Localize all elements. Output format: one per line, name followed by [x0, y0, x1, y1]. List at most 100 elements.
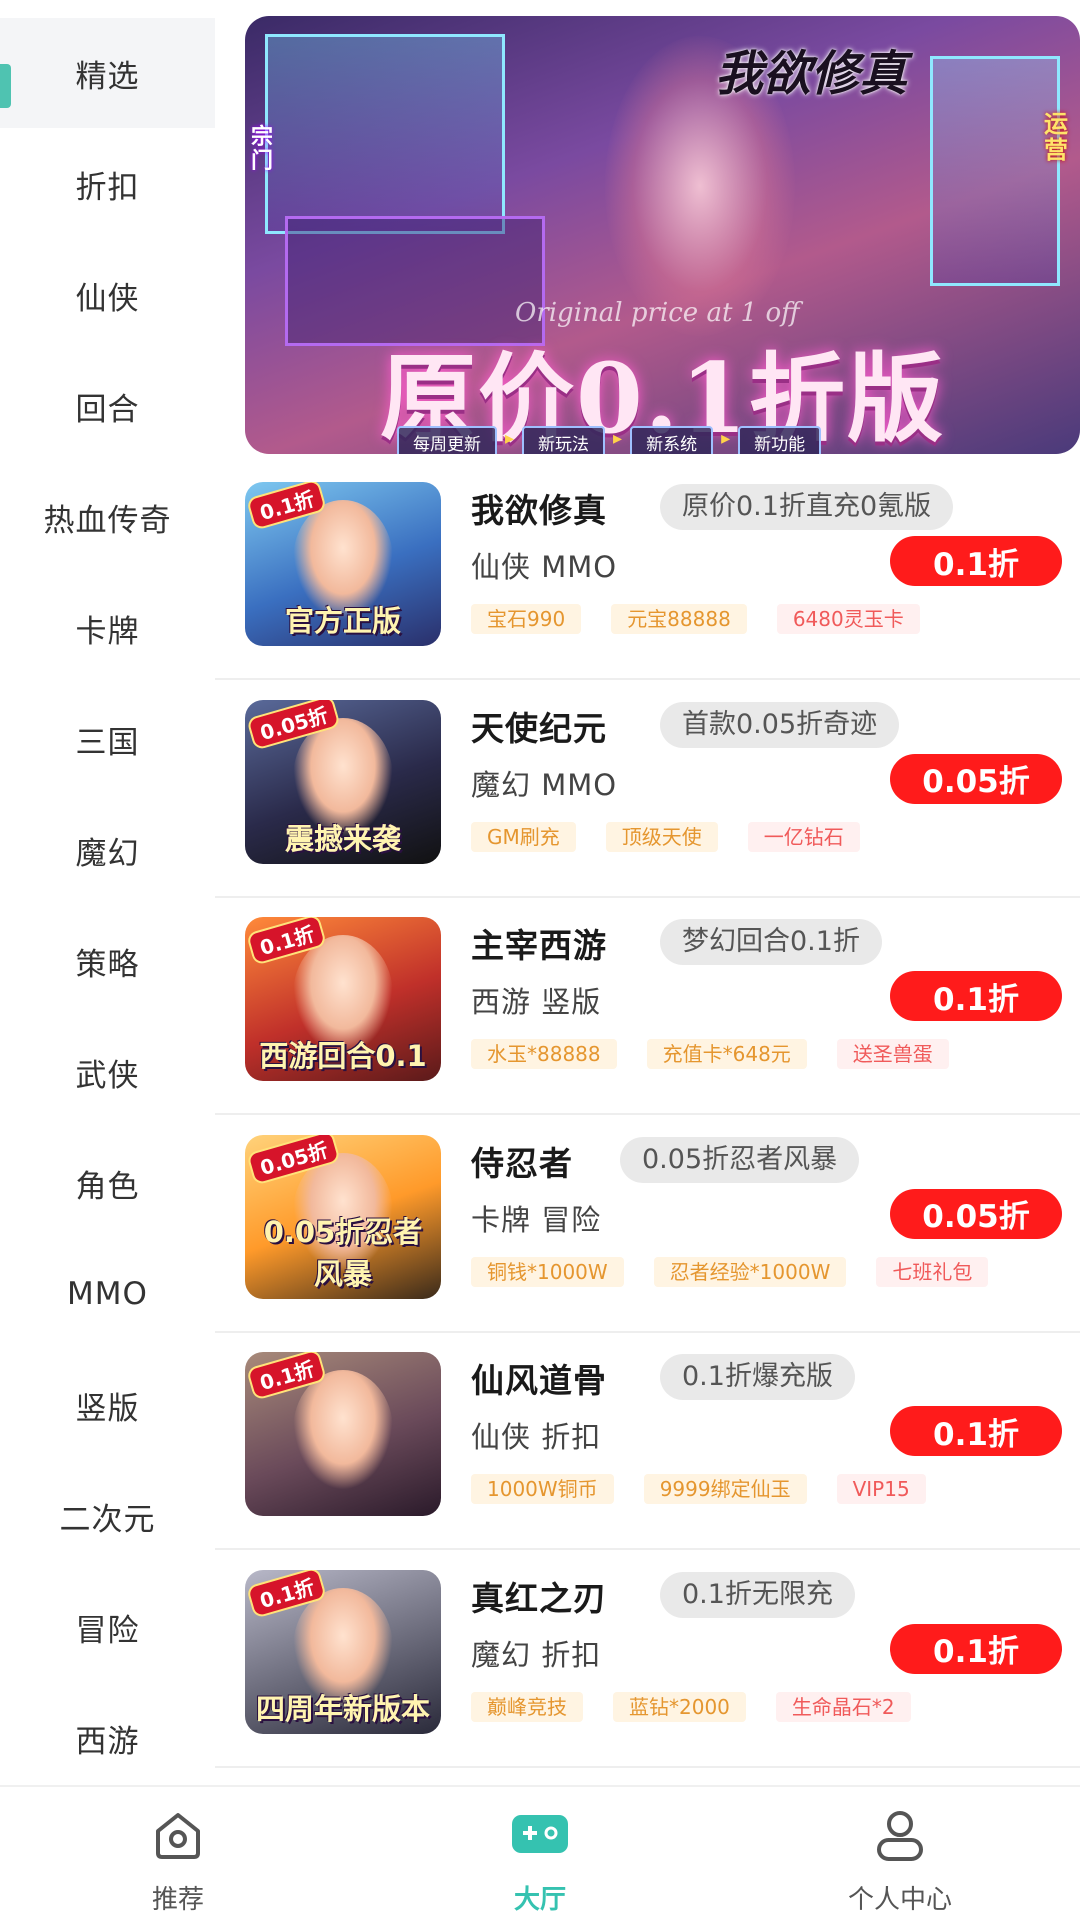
nav-tab-profile[interactable]: 个人中心: [800, 1787, 1000, 1920]
banner-game-name: 我欲修真: [715, 46, 908, 102]
sidebar-category-item[interactable]: 魔幻: [0, 795, 215, 905]
sidebar-category-item[interactable]: MMO: [0, 1239, 215, 1349]
discount-badge[interactable]: 0.05折: [890, 753, 1062, 804]
perk-tags: 1000W铜币 9999绑定仙玉 VIP15: [471, 1474, 926, 1504]
banner-art-panel: [930, 56, 1060, 286]
game-character-art: [293, 1370, 393, 1490]
discount-badge[interactable]: 0.1折: [890, 536, 1062, 586]
perk-tag: 送圣兽蛋: [836, 1039, 949, 1069]
game-row[interactable]: 0.1折 仙风道骨 0.1折爆充版 仙侠 折扣 0.1折 1000W铜币 9999绑定仙玉 V…: [215, 1332, 1080, 1550]
promo-badge: 梦幻回合0.1折: [660, 919, 882, 965]
perk-tag: 元宝88888: [611, 604, 747, 634]
perk-tags: 水玉*88888 充值卡*648元 送圣兽蛋: [471, 1039, 949, 1069]
banner-art-panel: [265, 34, 505, 234]
sidebar-category-item[interactable]: 折扣: [0, 129, 215, 239]
sidebar-category-item[interactable]: 三国: [0, 684, 215, 794]
banner-chip: 每周更新: [397, 426, 497, 454]
icon-caption: 四周年新版本: [255, 1691, 430, 1726]
game-genre: 西游 竖版: [471, 985, 602, 1019]
game-icon[interactable]: 0.05折 0.05折忍者风暴: [245, 1134, 441, 1299]
banner-side-text: 运营: [1044, 110, 1068, 164]
arrow-right-icon: ▸: [505, 428, 515, 449]
perk-tag: 生命晶石*2: [775, 1691, 911, 1722]
banner-chip: 新功能: [738, 426, 822, 454]
sidebar-category-item[interactable]: 策略: [0, 906, 215, 1016]
perk-tag: 七班礼包: [876, 1256, 989, 1287]
sidebar-category-item[interactable]: 卡牌: [0, 573, 215, 683]
game-row[interactable]: 0.05折 震撼来袭 天使纪元 首款0.05折奇迹魔幻 MMO 0.05折 GM刷充 顶级天…: [215, 680, 1080, 898]
game-title: 仙风道骨: [471, 1361, 607, 1400]
gamepad-icon: [512, 1815, 568, 1853]
sidebar-category-item[interactable]: 角色: [0, 1128, 215, 1238]
game-icon[interactable]: 0.1折: [245, 1352, 441, 1516]
game-title: 主宰西游: [471, 926, 607, 965]
discount-badge[interactable]: 0.1折: [890, 1623, 1062, 1674]
game-genre: 魔幻 折扣: [471, 1637, 602, 1672]
sidebar-category-item[interactable]: 精选: [0, 18, 215, 128]
sidebar-category-item[interactable]: 竖版: [0, 1350, 215, 1460]
perk-tag: 铜钱*1000W: [471, 1256, 624, 1287]
perk-tags: 铜钱*1000W 忍者经验*1000W 七班礼包: [471, 1256, 989, 1287]
promo-banner[interactable]: 我欲修真 宗门 运营 Original price at 1 off 原价0.1…: [245, 16, 1080, 454]
game-genre: 仙侠 MMO: [471, 550, 618, 584]
game-genre: 仙侠 折扣: [471, 1420, 602, 1454]
perk-tags: 宝石990 元宝88888 6480灵玉卡: [471, 604, 920, 634]
promo-badge: 0.05折忍者风暴: [620, 1136, 860, 1183]
nav-tab-recommend[interactable]: 推荐: [78, 1787, 278, 1920]
game-title: 真红之刃: [471, 1578, 607, 1618]
perk-tag: 巅峰竞技: [471, 1691, 583, 1722]
sidebar-category-item[interactable]: 武侠: [0, 1017, 215, 1127]
sidebar-category-item[interactable]: 西游: [0, 1683, 215, 1785]
game-row[interactable]: 0.05折 0.05折忍者风暴 侍忍者 0.05折忍者风暴 卡牌 冒险 0.05折 铜钱*1…: [215, 1115, 1080, 1333]
perk-tag: 充值卡*648元: [646, 1039, 807, 1069]
nav-label: 大厅: [513, 1885, 566, 1915]
sidebar-category-item[interactable]: 冒险: [0, 1572, 215, 1682]
user-icon: [877, 1811, 923, 1861]
discount-badge[interactable]: 0.1折: [890, 1406, 1062, 1456]
sidebar-category-item[interactable]: 二次元: [0, 1461, 215, 1571]
discount-badge[interactable]: 0.1折: [890, 971, 1062, 1021]
perk-tag: 一亿钻石: [747, 821, 860, 852]
game-row[interactable]: 0.1折 官方正版 我欲修真 原价0.1折直充0氪版 仙侠 MMO 0.1折 宝石990 元宝…: [215, 462, 1080, 680]
promo-badge: 0.1折爆充版: [660, 1354, 855, 1400]
banner-chip: 新玩法: [522, 426, 606, 454]
icon-caption: 官方正版: [284, 604, 401, 638]
game-title: 天使纪元: [471, 708, 607, 748]
game-icon[interactable]: 0.1折 四周年新版本: [245, 1569, 441, 1734]
perk-tag: 蓝钻*2000: [613, 1691, 746, 1722]
game-icon[interactable]: 0.1折 西游回合0.1: [245, 917, 441, 1081]
sidebar-category-item[interactable]: 热血传奇: [0, 462, 215, 572]
home-icon: [156, 1813, 200, 1859]
perk-tag: 顶级天使: [605, 821, 718, 852]
bottom-nav: 推荐 大厅 个人中心: [0, 1785, 1080, 1920]
perk-tag: VIP15: [836, 1474, 926, 1504]
banner-chip: 新系统: [630, 426, 714, 454]
promo-badge: 首款0.05折奇迹: [660, 701, 900, 748]
game-icon[interactable]: 0.05折 震撼来袭: [245, 699, 441, 864]
game-title: 侍忍者: [471, 1143, 573, 1183]
arrow-right-icon: ▸: [721, 428, 731, 449]
nav-tab-lobby[interactable]: 大厅: [440, 1787, 640, 1920]
game-genre: 卡牌 冒险: [471, 1202, 602, 1237]
banner-feature-chips: 每周更新 ▸ 新玩法 ▸ 新系统 ▸ 新功能: [397, 426, 822, 454]
icon-caption: 震撼来袭: [284, 821, 401, 856]
category-sidebar: 精选 折扣 仙侠 回合 热血传奇 卡牌 三国 魔幻 策略 武侠 角色 MMO 竖版 二次元 冒险 西游: [0, 0, 215, 1785]
nav-label: 个人中心: [847, 1885, 952, 1915]
perk-tag: 1000W铜币: [471, 1474, 614, 1504]
discount-badge[interactable]: 0.05折: [890, 1188, 1062, 1239]
game-genre: 魔幻 MMO: [471, 767, 618, 802]
perk-tags: 巅峰竞技 蓝钻*2000 生命晶石*2: [471, 1691, 911, 1722]
icon-caption: 0.05折忍者风暴: [263, 1214, 423, 1291]
perk-tag: 忍者经验*1000W: [653, 1256, 847, 1287]
game-row[interactable]: 0.1折 四周年新版本 真红之刃 0.1折无限充 魔幻 折扣 0.1折 巅峰竞技 蓝钻*200…: [215, 1550, 1080, 1768]
perk-tag: GM刷充: [471, 821, 576, 852]
sidebar-category-item[interactable]: 回合: [0, 351, 215, 461]
perk-tag: 水玉*88888: [471, 1039, 617, 1069]
perk-tag: 宝石990: [471, 604, 582, 634]
banner-side-text: 宗门: [251, 125, 274, 174]
game-icon[interactable]: 0.1折 官方正版: [245, 482, 441, 646]
sidebar-category-item[interactable]: 仙侠: [0, 240, 215, 350]
game-row[interactable]: 0.1折 西游回合0.1 主宰西游 梦幻回合0.1折西游 竖版 0.1折水玉*88888…: [215, 897, 1080, 1115]
arrow-right-icon: ▸: [613, 428, 623, 449]
game-title: 我欲修真: [471, 491, 607, 530]
